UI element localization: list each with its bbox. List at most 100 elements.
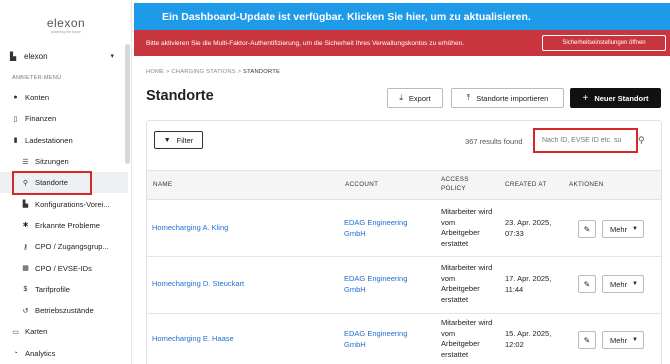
- download-icon: ⤓: [399, 93, 403, 102]
- brand-name: elexon: [46, 16, 86, 30]
- results-count: 367 results found: [465, 137, 523, 146]
- column-header-access-policy[interactable]: ACCESS POLICY: [441, 176, 481, 193]
- sidebar-item-erkannte-probleme[interactable]: ✱ Erkannte Probleme: [0, 215, 128, 236]
- edit-icon: ✎: [583, 279, 591, 289]
- sidebar-item-konfigurations-voreinstellungen[interactable]: ▙ Konfigurations-Vorei...: [0, 193, 128, 214]
- chevron-down-icon: ▼: [632, 226, 638, 232]
- access-policy: Mitarbeiter wird vom Arbeitgeber erstatt…: [441, 207, 493, 248]
- sidebar-item-cpo-evse-ids[interactable]: ▦ CPO / EVSE-IDs: [0, 257, 128, 278]
- location-name-link[interactable]: Homecharging A. Kling: [152, 223, 228, 234]
- search-icon[interactable]: ⚲: [638, 135, 645, 146]
- sidebar-item-label: Betriebszustände: [35, 306, 94, 316]
- org-selector[interactable]: ▙ elexon ▾: [10, 49, 114, 63]
- sidebar-item-label: Erkannte Probleme: [35, 220, 101, 230]
- sidebar-item-label: Tarifprofile: [35, 284, 71, 294]
- file-icon: ▯: [13, 115, 18, 123]
- plus-icon: +: [582, 92, 589, 104]
- column-header-name[interactable]: NAME: [153, 181, 172, 190]
- breadcrumb-home[interactable]: HOME: [146, 69, 164, 75]
- account-link[interactable]: EDAG Engineering GmbH: [344, 218, 424, 239]
- column-header-account[interactable]: ACCOUNT: [345, 181, 378, 190]
- sidebar-item-konten[interactable]: ● Konten: [0, 87, 128, 108]
- chart-icon: ◔: [13, 349, 18, 357]
- import-label: Standorte importieren: [476, 93, 549, 103]
- more-label: Mehr: [610, 279, 628, 289]
- filter-icon: ▼: [163, 136, 171, 144]
- table-row: Homecharging D. Steuckart EDAG Engineeri…: [147, 257, 661, 314]
- edit-button[interactable]: ✎: [578, 331, 596, 349]
- grid-icon: ▦: [22, 265, 29, 273]
- card-icon: ▭: [12, 328, 19, 336]
- more-label: Mehr: [610, 224, 628, 234]
- dollar-icon: $: [23, 285, 28, 293]
- sidebar-item-sitzungen[interactable]: ☰ Sitzungen: [0, 151, 128, 172]
- filter-label: Filter: [176, 135, 194, 145]
- sidebar-item-label: Analytics: [25, 348, 56, 358]
- org-name: elexon: [24, 51, 48, 61]
- chevron-down-icon: ▼: [632, 337, 638, 343]
- sidebar-item-karten[interactable]: ▭ Karten: [0, 321, 128, 342]
- sidebar-item-tarifprofile[interactable]: $ Tarifprofile: [0, 279, 128, 300]
- breadcrumb-charging-stations[interactable]: CHARGING STATIONS: [171, 69, 235, 75]
- sidebar-item-label: Ladestationen: [25, 135, 73, 145]
- sidebar-item-label: Konfigurations-Vorei...: [35, 199, 110, 209]
- sidebar-item-label: CPO / EVSE-IDs: [35, 263, 92, 273]
- account-link[interactable]: EDAG Engineering GmbH: [344, 329, 424, 350]
- new-location-button[interactable]: + Neuer Standort: [570, 88, 661, 108]
- export-label: Export: [408, 93, 431, 103]
- edit-button[interactable]: ✎: [578, 275, 596, 293]
- key-icon: ⚷: [22, 243, 29, 251]
- sidebar-item-label: Finanzen: [25, 114, 57, 124]
- more-menu-button[interactable]: Mehr ▼: [602, 220, 644, 238]
- upload-icon: ⤒: [466, 93, 471, 102]
- breadcrumb-current: STANDORTE: [243, 69, 281, 75]
- new-location-label: Neuer Standort: [594, 93, 649, 103]
- history-icon: ↺: [22, 307, 29, 315]
- security-settings-button[interactable]: Sicherheitseinstellungen öffnen: [542, 35, 666, 51]
- user-icon: ●: [13, 94, 18, 102]
- location-name-link[interactable]: Homecharging D. Steuckart: [152, 279, 244, 290]
- more-label: Mehr: [610, 335, 628, 345]
- page-title: Standorte: [146, 88, 214, 104]
- access-policy: Mitarbeiter wird vom Arbeitgeber erstatt…: [441, 263, 493, 304]
- sidebar-item-betriebszustaende[interactable]: ↺ Betriebszustände: [0, 300, 128, 321]
- sidebar-item-label: Sitzungen: [35, 157, 69, 167]
- mfa-banner: Bitte aktivieren Sie die Multi-Faktor-Au…: [134, 30, 670, 56]
- sidebar-section-label: ANBIETER-MENÜ: [12, 75, 62, 81]
- update-banner[interactable]: Ein Dashboard-Update ist verfügbar. Klic…: [134, 3, 670, 30]
- export-button[interactable]: ⤓ Export: [387, 88, 443, 108]
- table-row: Homecharging A. Kling EDAG Engineering G…: [147, 200, 661, 257]
- sidebar-item-analytics[interactable]: ◔ Analytics: [0, 343, 128, 364]
- location-name-link[interactable]: Homecharging E. Haase: [152, 334, 234, 345]
- sidebar-item-label: Konten: [25, 93, 50, 103]
- sidebar-item-finanzen[interactable]: ▯ Finanzen: [0, 108, 128, 129]
- created-at: 23. Apr. 2025, 07:33: [505, 218, 552, 238]
- column-header-actions: AKTIONEN: [569, 181, 604, 188]
- sidebar-item-ladestationen[interactable]: ▮ Ladestationen: [0, 130, 128, 151]
- sidebar-item-label: CPO / Zugangsgrup...: [35, 242, 109, 252]
- table-header: NAME ACCOUNT ACCESS POLICY CREATED AT AK…: [147, 170, 661, 200]
- sidebar-item-label: Karten: [25, 327, 48, 337]
- import-locations-button[interactable]: ⤒ Standorte importieren: [451, 88, 564, 108]
- edit-button[interactable]: ✎: [578, 220, 596, 238]
- column-header-created-at[interactable]: CREATED AT: [505, 181, 547, 190]
- filter-button[interactable]: ▼ Filter: [154, 131, 203, 149]
- more-menu-button[interactable]: Mehr ▼: [602, 275, 644, 293]
- mfa-banner-text: Bitte aktivieren Sie die Multi-Faktor-Au…: [146, 39, 465, 47]
- account-link[interactable]: EDAG Engineering GmbH: [344, 274, 424, 295]
- edit-icon: ✎: [583, 224, 591, 234]
- created-at: 15. Apr. 2025, 12:02: [505, 329, 552, 349]
- list-icon: ☰: [22, 158, 29, 166]
- breadcrumb: HOME > CHARGING STATIONS > STANDORTE: [146, 69, 280, 75]
- search-input[interactable]: [542, 137, 634, 144]
- building-icon: ▙: [10, 51, 17, 61]
- config-icon: ▙: [22, 201, 29, 209]
- sidebar-item-cpo-zugangsgruppen[interactable]: ⚷ CPO / Zugangsgrup...: [0, 236, 128, 257]
- brand-logo[interactable]: elexon powering the future: [46, 16, 86, 34]
- highlight-standorte: [12, 171, 92, 195]
- bug-icon: ✱: [22, 222, 29, 230]
- access-policy: Mitarbeiter wird vom Arbeitgeber erstatt…: [441, 318, 493, 359]
- more-menu-button[interactable]: Mehr ▼: [602, 331, 644, 349]
- table-row: Homecharging E. Haase EDAG Engineering G…: [147, 314, 661, 364]
- chevron-down-icon: ▼: [632, 281, 638, 287]
